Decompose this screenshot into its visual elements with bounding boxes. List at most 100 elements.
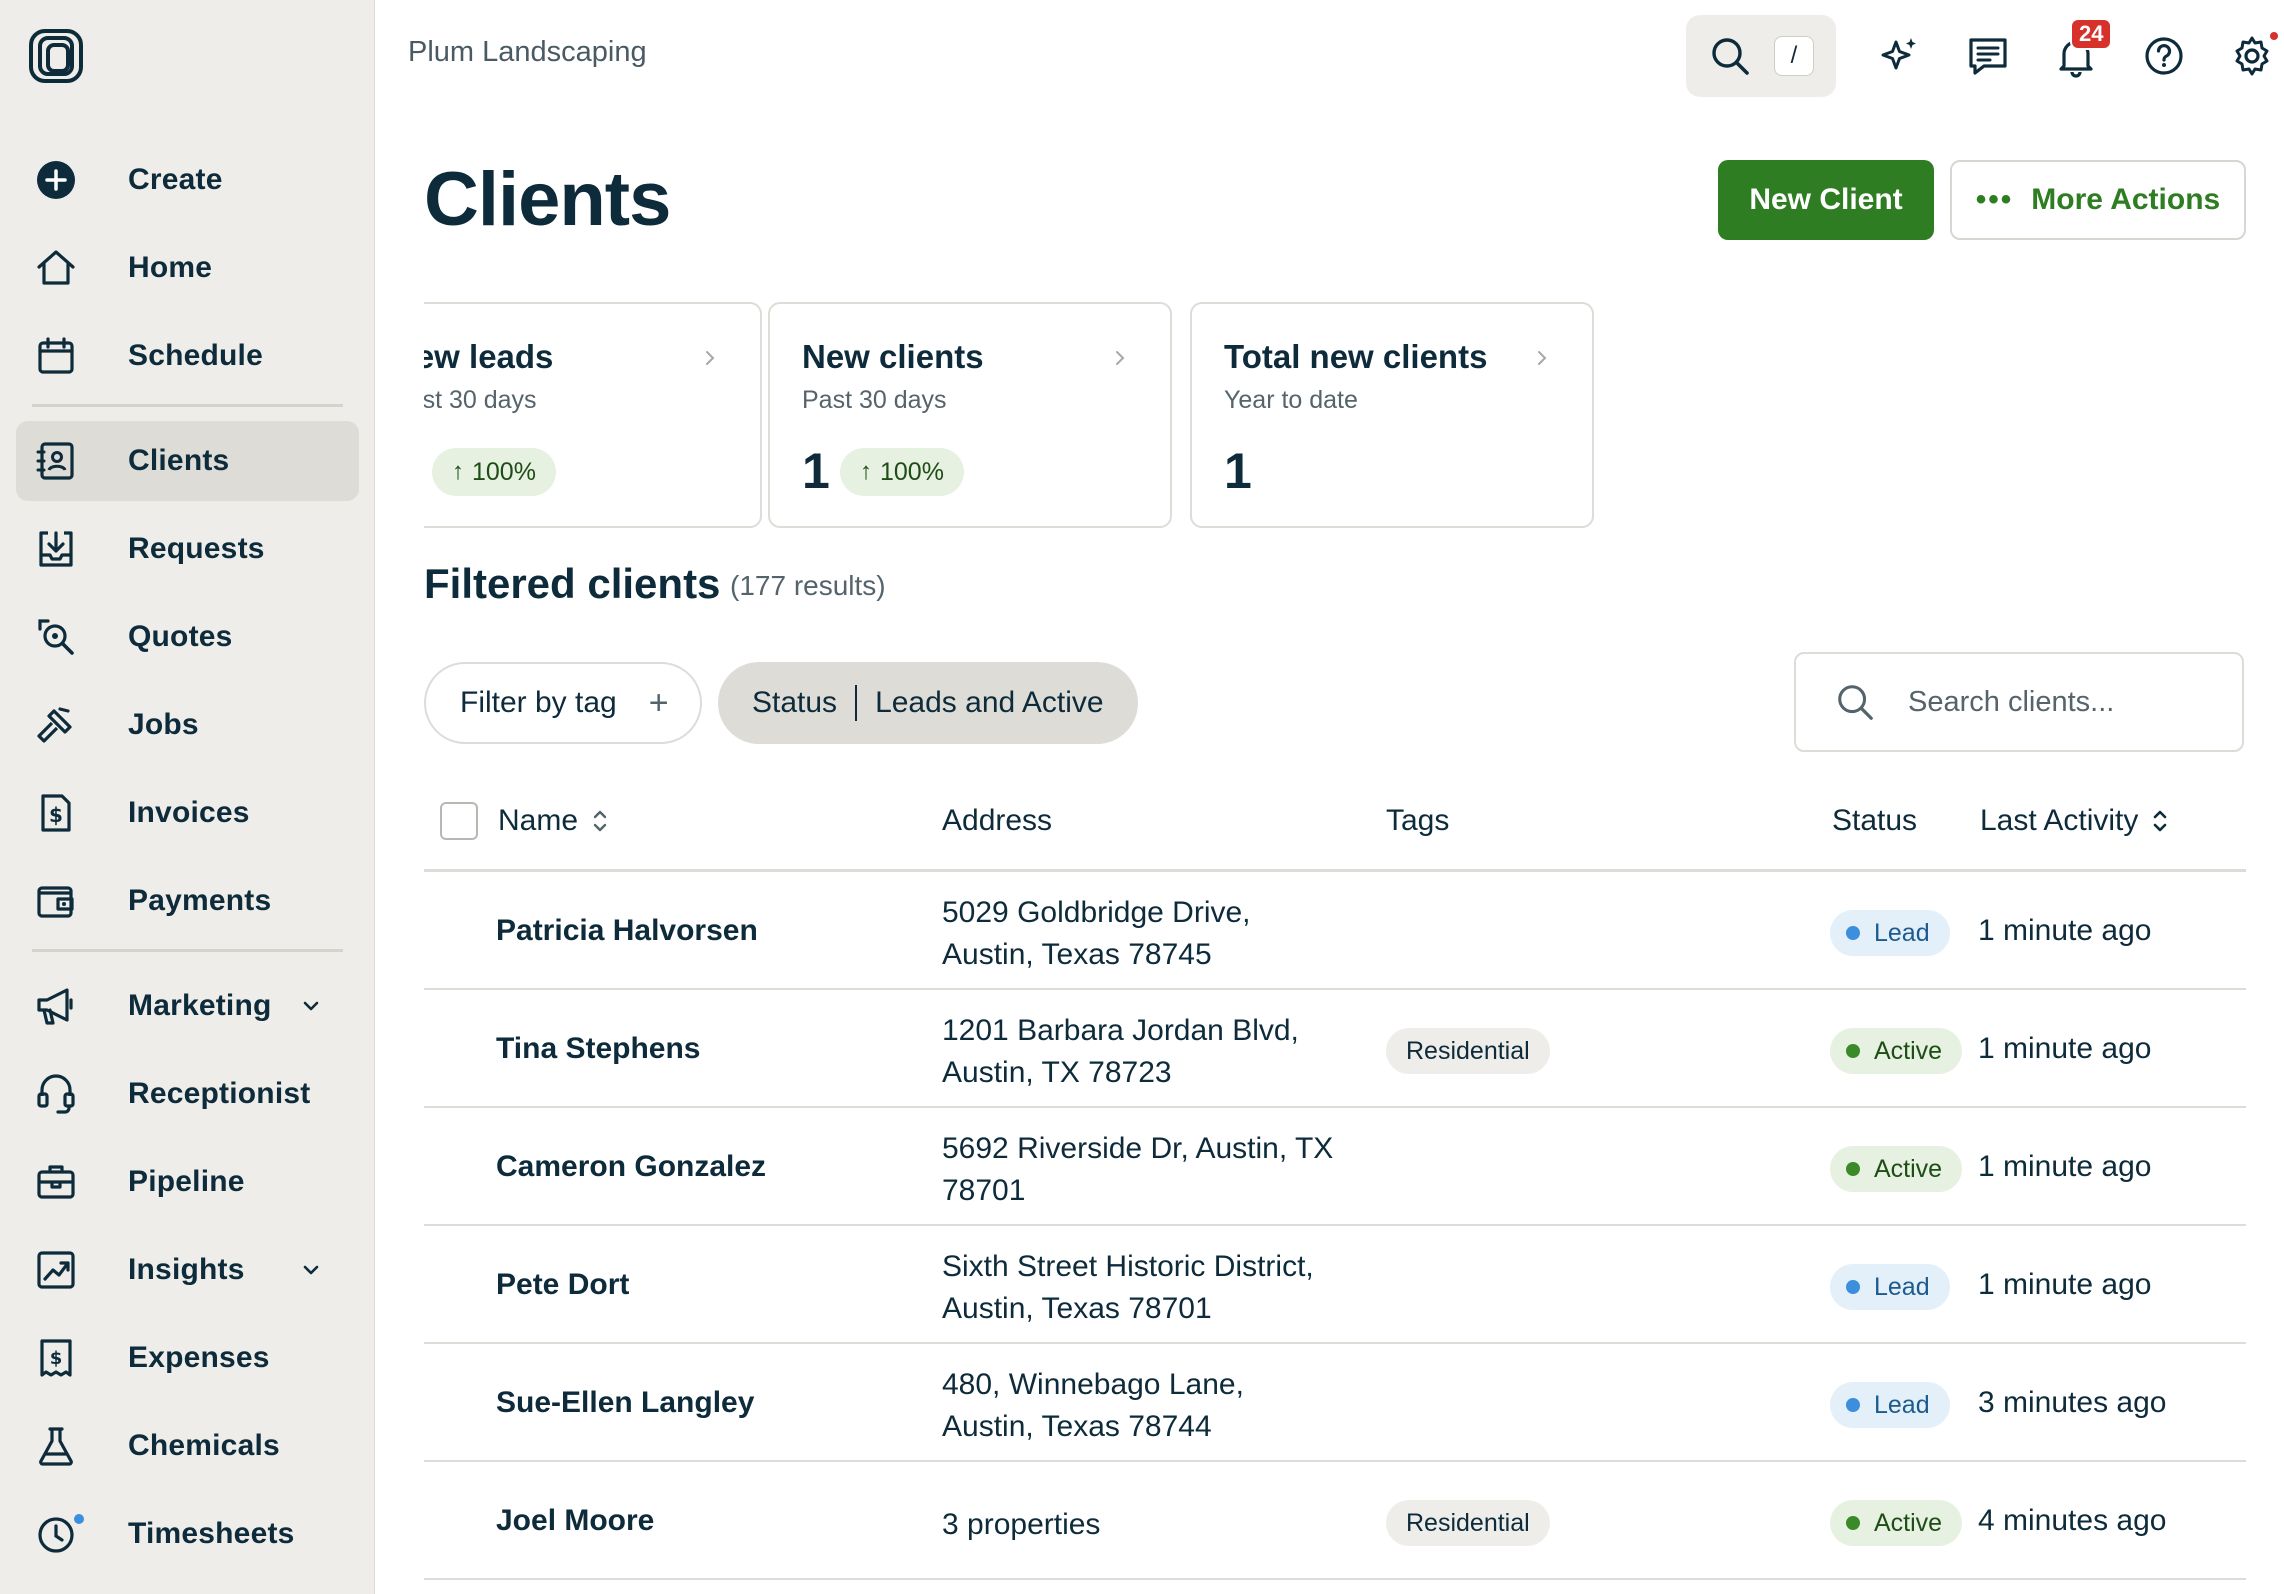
card-subtitle: Past 30 days (424, 386, 537, 414)
chevron-down-icon[interactable] (299, 1258, 323, 1282)
sidebar-item-label: Payments (128, 884, 272, 917)
status-badge: Lead (1830, 1264, 1950, 1310)
address-line: Austin, Texas 78701 (942, 1292, 1212, 1325)
card-total-new-clients[interactable]: Total new clients Year to date 1 (1190, 302, 1594, 528)
client-name[interactable]: Tina Stephens (496, 1032, 701, 1066)
inbox-download-icon (34, 527, 78, 571)
sidebar-item-receptionist[interactable]: Receptionist (16, 1054, 359, 1134)
table-row[interactable]: Tina Stephens 1201 Barbara Jordan Blvd, … (424, 990, 2246, 1108)
sidebar-item-label: Quotes (128, 620, 233, 653)
sidebar-item-quotes[interactable]: Quotes (16, 597, 359, 677)
sidebar-item-requests[interactable]: Requests (16, 509, 359, 589)
sidebar-item-timesheets[interactable]: Timesheets (16, 1494, 359, 1574)
sidebar-divider (32, 404, 343, 407)
status-label: Lead (1874, 1272, 1930, 1301)
sidebar-item-insights[interactable]: Insights (16, 1230, 359, 1310)
messages-button[interactable] (1964, 32, 2012, 80)
sidebar-item-label: Schedule (128, 339, 263, 372)
address-line: 480, Winnebago Lane, (942, 1368, 1244, 1401)
client-address: Sixth Street Historic District, Austin, … (942, 1246, 1362, 1330)
sidebar-item-create[interactable]: Create (16, 140, 359, 220)
global-search-button[interactable]: / (1686, 15, 1836, 97)
sidebar-item-label: Requests (128, 532, 265, 565)
sidebar-item-marketing[interactable]: Marketing (16, 966, 359, 1046)
table-row[interactable]: Patricia Halvorsen 5029 Goldbridge Drive… (424, 872, 2246, 990)
sidebar-item-home[interactable]: Home (16, 228, 359, 308)
table-row[interactable]: Cameron Gonzalez 5692 Riverside Dr, Aust… (424, 1108, 2246, 1226)
sidebar-item-pipeline[interactable]: Pipeline (16, 1142, 359, 1222)
notification-dot (72, 1512, 86, 1526)
address-book-icon (34, 439, 78, 483)
search-input[interactable] (1908, 685, 2208, 719)
status-filter-chip[interactable]: Status Leads and Active (718, 662, 1138, 744)
more-actions-label: More Actions (2031, 183, 2221, 216)
status-badge: Lead (1830, 1382, 1950, 1428)
help-button[interactable] (2140, 32, 2188, 80)
sidebar-item-clients[interactable]: Clients (16, 421, 359, 501)
headset-icon (34, 1072, 78, 1116)
chip-divider (855, 685, 858, 721)
status-badge: Active (1830, 1028, 1963, 1074)
column-label: Name (498, 804, 579, 837)
select-all-checkbox[interactable] (440, 802, 478, 840)
status-filter-label: Status (752, 686, 838, 719)
briefcase-icon (34, 1160, 78, 1204)
table-header: Name Address Tags Status Last Activity (424, 780, 2246, 872)
sidebar-item-expenses[interactable]: $ Expenses (16, 1318, 359, 1398)
status-dot (1846, 926, 1860, 940)
app-logo-icon[interactable] (28, 28, 84, 84)
arrow-up-icon: ↑ (860, 458, 872, 485)
sidebar-item-label: Create (128, 163, 223, 196)
card-new-leads[interactable]: New leads Past 30 days ↑ 100% (424, 302, 762, 528)
table-row[interactable]: Pete Dort Sixth Street Historic District… (424, 1226, 2246, 1344)
sidebar-item-schedule[interactable]: Schedule (16, 316, 359, 396)
gear-icon (2235, 36, 2269, 76)
client-name[interactable]: Cameron Gonzalez (496, 1150, 766, 1184)
settings-button[interactable] (2228, 30, 2280, 80)
address-line: 5692 Riverside Dr, Austin, TX (942, 1132, 1334, 1165)
status-dot (1846, 1280, 1860, 1294)
change-value: 100% (880, 457, 944, 486)
table-row[interactable]: Joel Moore 3 properties Residential Acti… (424, 1462, 2246, 1580)
chat-icon (1969, 38, 2007, 75)
tag-badge: Residential (1386, 1500, 1550, 1546)
client-search-field[interactable] (1794, 652, 2244, 752)
table-row[interactable]: Sue-Ellen Langley 480, Winnebago Lane, A… (424, 1344, 2246, 1462)
new-client-button[interactable]: New Client (1718, 160, 1934, 240)
card-new-clients[interactable]: New clients Past 30 days 1 ↑ 100% (768, 302, 1172, 528)
filter-by-tag-button[interactable]: Filter by tag + (424, 662, 702, 744)
more-actions-button[interactable]: ••• More Actions (1950, 160, 2246, 240)
address-line: Austin, Texas 78745 (942, 938, 1212, 971)
sidebar-item-chemicals[interactable]: Chemicals (16, 1406, 359, 1486)
client-name[interactable]: Joel Moore (496, 1504, 654, 1538)
last-activity: 1 minute ago (1978, 1032, 2152, 1065)
last-activity: 4 minutes ago (1978, 1504, 2167, 1537)
card-value: 1 (1224, 443, 1252, 499)
client-name[interactable]: Pete Dort (496, 1268, 629, 1302)
sidebar-item-payments[interactable]: Payments (16, 861, 359, 941)
sort-icon (593, 810, 607, 832)
client-address: 3 properties (942, 1504, 1362, 1546)
sidebar-item-label: Chemicals (128, 1429, 280, 1462)
client-address: 1201 Barbara Jordan Blvd, Austin, TX 787… (942, 1010, 1362, 1094)
column-header-name[interactable]: Name (498, 804, 610, 838)
chevron-down-icon[interactable] (299, 994, 323, 1018)
ai-sparkle-button[interactable] (1876, 32, 1924, 80)
change-value: 100% (472, 457, 536, 486)
address-line[interactable]: 3 properties (942, 1504, 1362, 1546)
change-pill: ↑ 100% (432, 448, 556, 496)
notifications-button[interactable]: 24 (2052, 18, 2113, 80)
sidebar-item-jobs[interactable]: Jobs (16, 685, 359, 765)
sidebar-item-invoices[interactable]: $ Invoices (16, 773, 359, 853)
home-icon (34, 246, 78, 290)
sidebar-item-label: Invoices (128, 796, 250, 829)
status-badge: Lead (1830, 910, 1950, 956)
card-title: New clients (802, 338, 984, 375)
sidebar-item-label: Clients (128, 444, 230, 477)
client-name[interactable]: Sue-Ellen Langley (496, 1386, 754, 1420)
client-name[interactable]: Patricia Halvorsen (496, 914, 758, 948)
column-header-last-activity[interactable]: Last Activity (1980, 804, 2170, 838)
status-filter-value: Leads and Active (875, 686, 1104, 719)
svg-text:$: $ (50, 1348, 63, 1369)
sidebar-item-label: Timesheets (128, 1517, 295, 1550)
